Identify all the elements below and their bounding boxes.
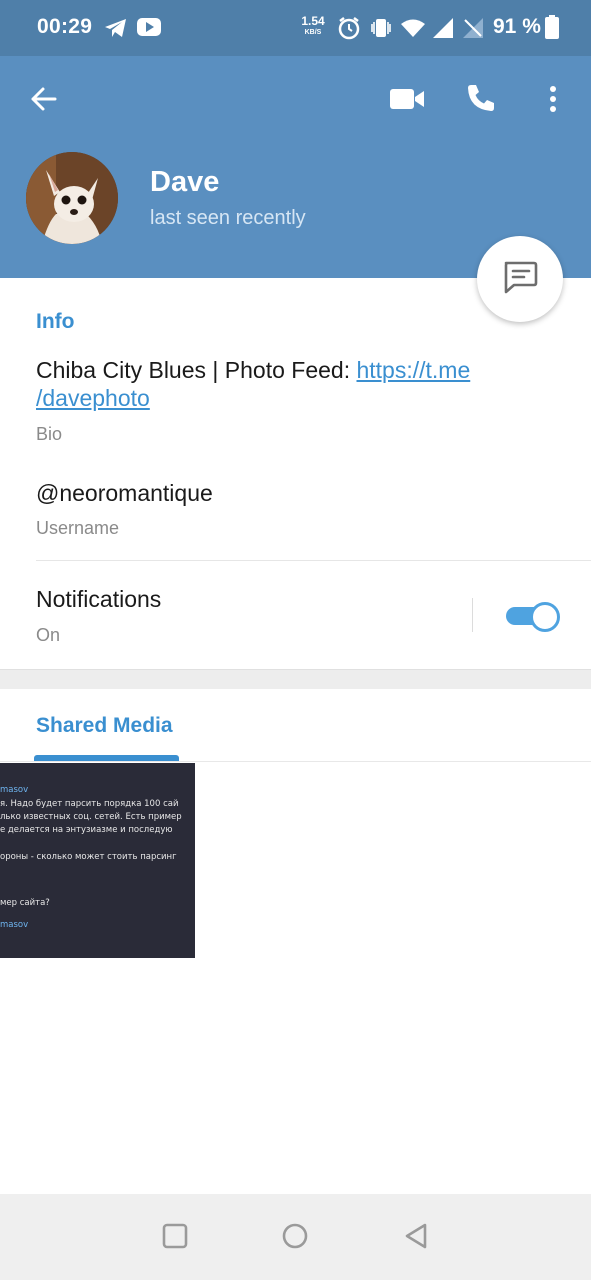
arrow-left-icon bbox=[29, 86, 57, 117]
system-nav-bar bbox=[0, 1194, 591, 1280]
network-speed: 1.54 KB/S bbox=[301, 14, 325, 36]
signal-icon bbox=[432, 17, 454, 44]
avatar[interactable] bbox=[26, 152, 118, 244]
battery-level: 91 % bbox=[493, 15, 541, 38]
video-call-button[interactable] bbox=[387, 82, 427, 120]
telegram-icon bbox=[104, 17, 128, 44]
thumbnail-text-line: лько известных соц. сетей. Есть пример bbox=[0, 812, 182, 822]
username-value[interactable]: @neoromantique bbox=[36, 480, 213, 507]
bio-description: Chiba City Blues | Photo Feed: bbox=[36, 357, 357, 383]
thumbnail-text-line: masov bbox=[0, 920, 29, 930]
status-bar: 00:29 1.54 KB/S 91 % bbox=[0, 0, 591, 56]
youtube-icon bbox=[137, 18, 161, 41]
battery-icon bbox=[545, 15, 559, 44]
thumbnail-text-line: masov bbox=[0, 785, 29, 795]
chat-bubble-icon bbox=[502, 260, 538, 299]
thumbnail-text-line: мер сайта? bbox=[0, 898, 50, 908]
media-thumbnail[interactable]: masov я. Надо будет парсить порядка 100 … bbox=[0, 763, 195, 958]
thumbnail-text-line: е делается на энтузиазме и последую bbox=[0, 825, 173, 835]
section-gap bbox=[0, 669, 591, 689]
back-nav-button[interactable] bbox=[396, 1218, 436, 1258]
username-label: Username bbox=[36, 518, 120, 538]
wifi-icon bbox=[400, 18, 426, 43]
thumbnail-text-line: я. Надо будет парсить порядка 100 сай bbox=[0, 799, 179, 809]
no-signal-icon bbox=[462, 17, 484, 44]
tabs-divider bbox=[0, 761, 591, 762]
notifications-value: On bbox=[36, 625, 61, 645]
circle-icon bbox=[281, 1222, 309, 1255]
tab-shared-media[interactable]: Shared Media bbox=[36, 714, 173, 738]
section-divider bbox=[36, 560, 591, 561]
square-icon bbox=[162, 1223, 188, 1254]
thumbnail-text-line: ороны - сколько может стоить парсинг bbox=[0, 852, 177, 862]
recents-button[interactable] bbox=[155, 1218, 195, 1258]
home-button[interactable] bbox=[275, 1218, 315, 1258]
notifications-toggle[interactable] bbox=[506, 601, 560, 632]
back-button[interactable] bbox=[24, 82, 62, 120]
info-section-title: Info bbox=[36, 310, 75, 333]
profile-name: Dave bbox=[150, 166, 220, 198]
send-message-button[interactable] bbox=[477, 236, 563, 322]
alarm-icon bbox=[337, 16, 361, 45]
video-camera-icon bbox=[389, 87, 425, 116]
call-button[interactable] bbox=[462, 80, 500, 120]
status-time: 00:29 bbox=[37, 15, 93, 38]
bio-text: Chiba City Blues | Photo Feed: https://t… bbox=[36, 356, 536, 412]
toggle-separator bbox=[472, 598, 473, 632]
vibrate-icon bbox=[370, 16, 392, 45]
profile-status: last seen recently bbox=[150, 207, 306, 229]
bio-label: Bio bbox=[36, 424, 63, 444]
more-menu-button[interactable] bbox=[538, 82, 568, 120]
more-vertical-icon bbox=[549, 85, 557, 118]
triangle-back-icon bbox=[403, 1222, 429, 1255]
phone-icon bbox=[465, 82, 497, 119]
notifications-label[interactable]: Notifications bbox=[36, 586, 161, 613]
